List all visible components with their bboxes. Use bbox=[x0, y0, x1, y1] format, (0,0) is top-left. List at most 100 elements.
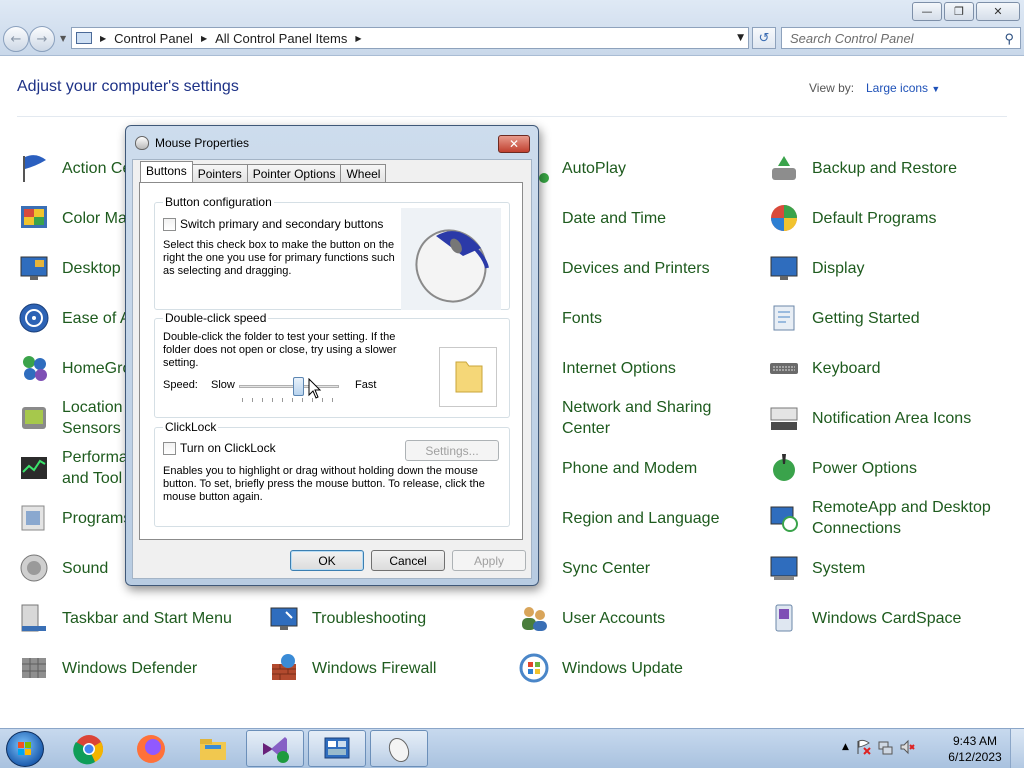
cp-item-label[interactable]: Getting Started bbox=[812, 308, 920, 329]
cp-item-label[interactable]: HomeGro bbox=[62, 358, 131, 379]
cp-item-label[interactable]: Network and Sharing Center bbox=[562, 397, 711, 439]
cp-item-label[interactable]: Windows Defender bbox=[62, 658, 197, 679]
clicklock-checkbox[interactable] bbox=[163, 442, 176, 455]
close-button[interactable]: ✕ bbox=[976, 2, 1020, 21]
cp-item-network-sharing[interactable]: Network and Sharing Center bbox=[517, 396, 762, 440]
cp-item-label[interactable]: Programs bbox=[62, 508, 131, 529]
apply-button[interactable]: Apply bbox=[452, 550, 526, 571]
breadcrumb-separator-icon[interactable]: ▶ bbox=[355, 34, 361, 43]
dialog-close-button[interactable]: ✕ bbox=[498, 135, 530, 153]
cp-item-region-language[interactable]: Region and Language bbox=[517, 496, 762, 540]
cancel-button[interactable]: Cancel bbox=[371, 550, 445, 571]
breadcrumb-separator-icon[interactable]: ▶ bbox=[100, 34, 106, 43]
switch-buttons-label[interactable]: Switch primary and secondary buttons bbox=[180, 218, 383, 231]
double-click-speed-slider[interactable] bbox=[239, 385, 339, 388]
visual-studio-taskbar-button[interactable] bbox=[246, 730, 304, 767]
breadcrumb-control-panel[interactable]: Control Panel bbox=[114, 31, 193, 46]
breadcrumb-separator-icon[interactable]: ▶ bbox=[201, 34, 207, 43]
address-bar[interactable]: ▶ Control Panel ▶ All Control Panel Item… bbox=[71, 27, 749, 49]
cp-item-label[interactable]: Color Ma bbox=[62, 208, 127, 229]
forward-button[interactable]: → bbox=[29, 26, 55, 52]
cp-item-power-options[interactable]: Power Options bbox=[767, 446, 1012, 490]
cp-item-label[interactable]: Sync Center bbox=[562, 558, 650, 579]
cp-item-taskbar[interactable]: Taskbar and Start Menu bbox=[17, 596, 262, 640]
start-button[interactable] bbox=[6, 731, 44, 767]
cp-item-label[interactable]: System bbox=[812, 558, 865, 579]
cp-item-label[interactable]: Fonts bbox=[562, 308, 602, 329]
cp-item-label[interactable]: Windows Update bbox=[562, 658, 683, 679]
explorer-taskbar-button[interactable] bbox=[184, 730, 242, 767]
network-icon[interactable] bbox=[877, 739, 893, 755]
cp-item-label[interactable]: Devices and Printers bbox=[562, 258, 710, 279]
cp-item-label[interactable]: Ease of A bbox=[62, 308, 131, 329]
slider-thumb[interactable] bbox=[293, 377, 304, 396]
chevron-down-icon[interactable]: ▼ bbox=[931, 84, 940, 94]
cp-item-label[interactable]: Action Ce bbox=[62, 158, 131, 179]
cp-item-label[interactable]: Sound bbox=[62, 558, 108, 579]
cp-item-windows-update[interactable]: Windows Update bbox=[517, 646, 762, 690]
cp-item-fonts[interactable]: Fonts bbox=[517, 296, 762, 340]
cp-item-backup-restore[interactable]: Backup and Restore bbox=[767, 146, 1012, 190]
action-center-flag-icon[interactable] bbox=[855, 739, 871, 755]
breadcrumb-all-items[interactable]: All Control Panel Items bbox=[215, 31, 347, 46]
cp-item-label[interactable]: Keyboard bbox=[812, 358, 881, 379]
cp-item-label[interactable]: Performa and Tool bbox=[62, 447, 128, 489]
mouse-properties-taskbar-button[interactable] bbox=[370, 730, 428, 767]
cp-item-keyboard[interactable]: Keyboard bbox=[767, 346, 1012, 390]
cp-item-label[interactable]: Power Options bbox=[812, 458, 917, 479]
chrome-taskbar-button[interactable] bbox=[60, 730, 118, 767]
search-input[interactable]: Search Control Panel ⚲ bbox=[781, 27, 1021, 49]
cp-item-label[interactable]: User Accounts bbox=[562, 608, 665, 629]
recent-pages-dropdown-icon[interactable]: ▼ bbox=[60, 34, 66, 43]
cp-item-system[interactable]: System bbox=[767, 546, 1012, 590]
firefox-taskbar-button[interactable] bbox=[122, 730, 180, 767]
clock-time[interactable]: 9:43 AM bbox=[940, 733, 1010, 749]
cp-item-label[interactable]: Troubleshooting bbox=[312, 608, 426, 629]
cp-item-autoplay[interactable]: AutoPlay bbox=[517, 146, 762, 190]
clock-date[interactable]: 6/12/2023 bbox=[940, 749, 1010, 765]
cp-item-user-accounts[interactable]: User Accounts bbox=[517, 596, 762, 640]
cp-item-label[interactable]: Backup and Restore bbox=[812, 158, 957, 179]
view-by-value[interactable]: Large icons bbox=[866, 81, 928, 95]
cp-item-label[interactable]: Display bbox=[812, 258, 864, 279]
refresh-button[interactable]: ↺ bbox=[752, 27, 776, 49]
tab-pointer-options[interactable]: Pointer Options bbox=[246, 164, 342, 182]
cp-item-label[interactable]: Date and Time bbox=[562, 208, 666, 229]
tab-wheel[interactable]: Wheel bbox=[340, 164, 387, 182]
cp-item-troubleshooting[interactable]: Troubleshooting bbox=[267, 596, 512, 640]
minimize-button[interactable]: — bbox=[912, 2, 942, 21]
back-button[interactable]: ← bbox=[3, 26, 29, 52]
cp-item-label[interactable]: Phone and Modem bbox=[562, 458, 697, 479]
cp-item-label[interactable]: Internet Options bbox=[562, 358, 676, 379]
cp-item-label[interactable]: Taskbar and Start Menu bbox=[62, 608, 232, 629]
cp-item-label[interactable]: Region and Language bbox=[562, 508, 719, 529]
ok-button[interactable]: OK bbox=[290, 550, 364, 571]
cp-item-label[interactable]: Windows CardSpace bbox=[812, 608, 961, 629]
tab-buttons[interactable]: Buttons bbox=[140, 161, 193, 182]
show-desktop-button[interactable] bbox=[1010, 729, 1024, 768]
test-folder[interactable] bbox=[439, 347, 497, 407]
view-by-dropdown[interactable]: Large icons ▼ bbox=[866, 81, 940, 95]
cp-item-notification-area[interactable]: Notification Area Icons bbox=[767, 396, 1012, 440]
cp-item-label[interactable]: Notification Area Icons bbox=[812, 408, 971, 429]
restore-button[interactable]: ❐ bbox=[944, 2, 974, 21]
cp-item-getting-started[interactable]: Getting Started bbox=[767, 296, 1012, 340]
clicklock-settings-button[interactable]: Settings... bbox=[405, 440, 499, 461]
cp-item-internet-options[interactable]: Internet Options bbox=[517, 346, 762, 390]
tab-pointers[interactable]: Pointers bbox=[191, 164, 248, 182]
cp-item-date-time[interactable]: Date and Time bbox=[517, 196, 762, 240]
volume-muted-icon[interactable] bbox=[899, 739, 915, 755]
cp-item-label[interactable]: Windows Firewall bbox=[312, 658, 436, 679]
cp-item-display[interactable]: Display bbox=[767, 246, 1012, 290]
cp-item-default-programs[interactable]: Default Programs bbox=[767, 196, 1012, 240]
show-hidden-icons-icon[interactable]: ▲ bbox=[842, 742, 849, 752]
search-icon[interactable]: ⚲ bbox=[1004, 31, 1014, 47]
cp-item-remoteapp[interactable]: RemoteApp and Desktop Connections bbox=[767, 496, 1012, 540]
cp-item-label[interactable]: AutoPlay bbox=[562, 158, 626, 179]
cp-item-label[interactable]: Location Sensors bbox=[62, 397, 123, 439]
cp-item-phone-modem[interactable]: Phone and Modem bbox=[517, 446, 762, 490]
taskbar-clock[interactable]: 9:43 AM 6/12/2023 bbox=[940, 733, 1010, 765]
cp-item-windows-firewall[interactable]: Windows Firewall bbox=[267, 646, 512, 690]
control-panel-taskbar-button[interactable] bbox=[308, 730, 366, 767]
cp-item-label[interactable]: Default Programs bbox=[812, 208, 937, 229]
